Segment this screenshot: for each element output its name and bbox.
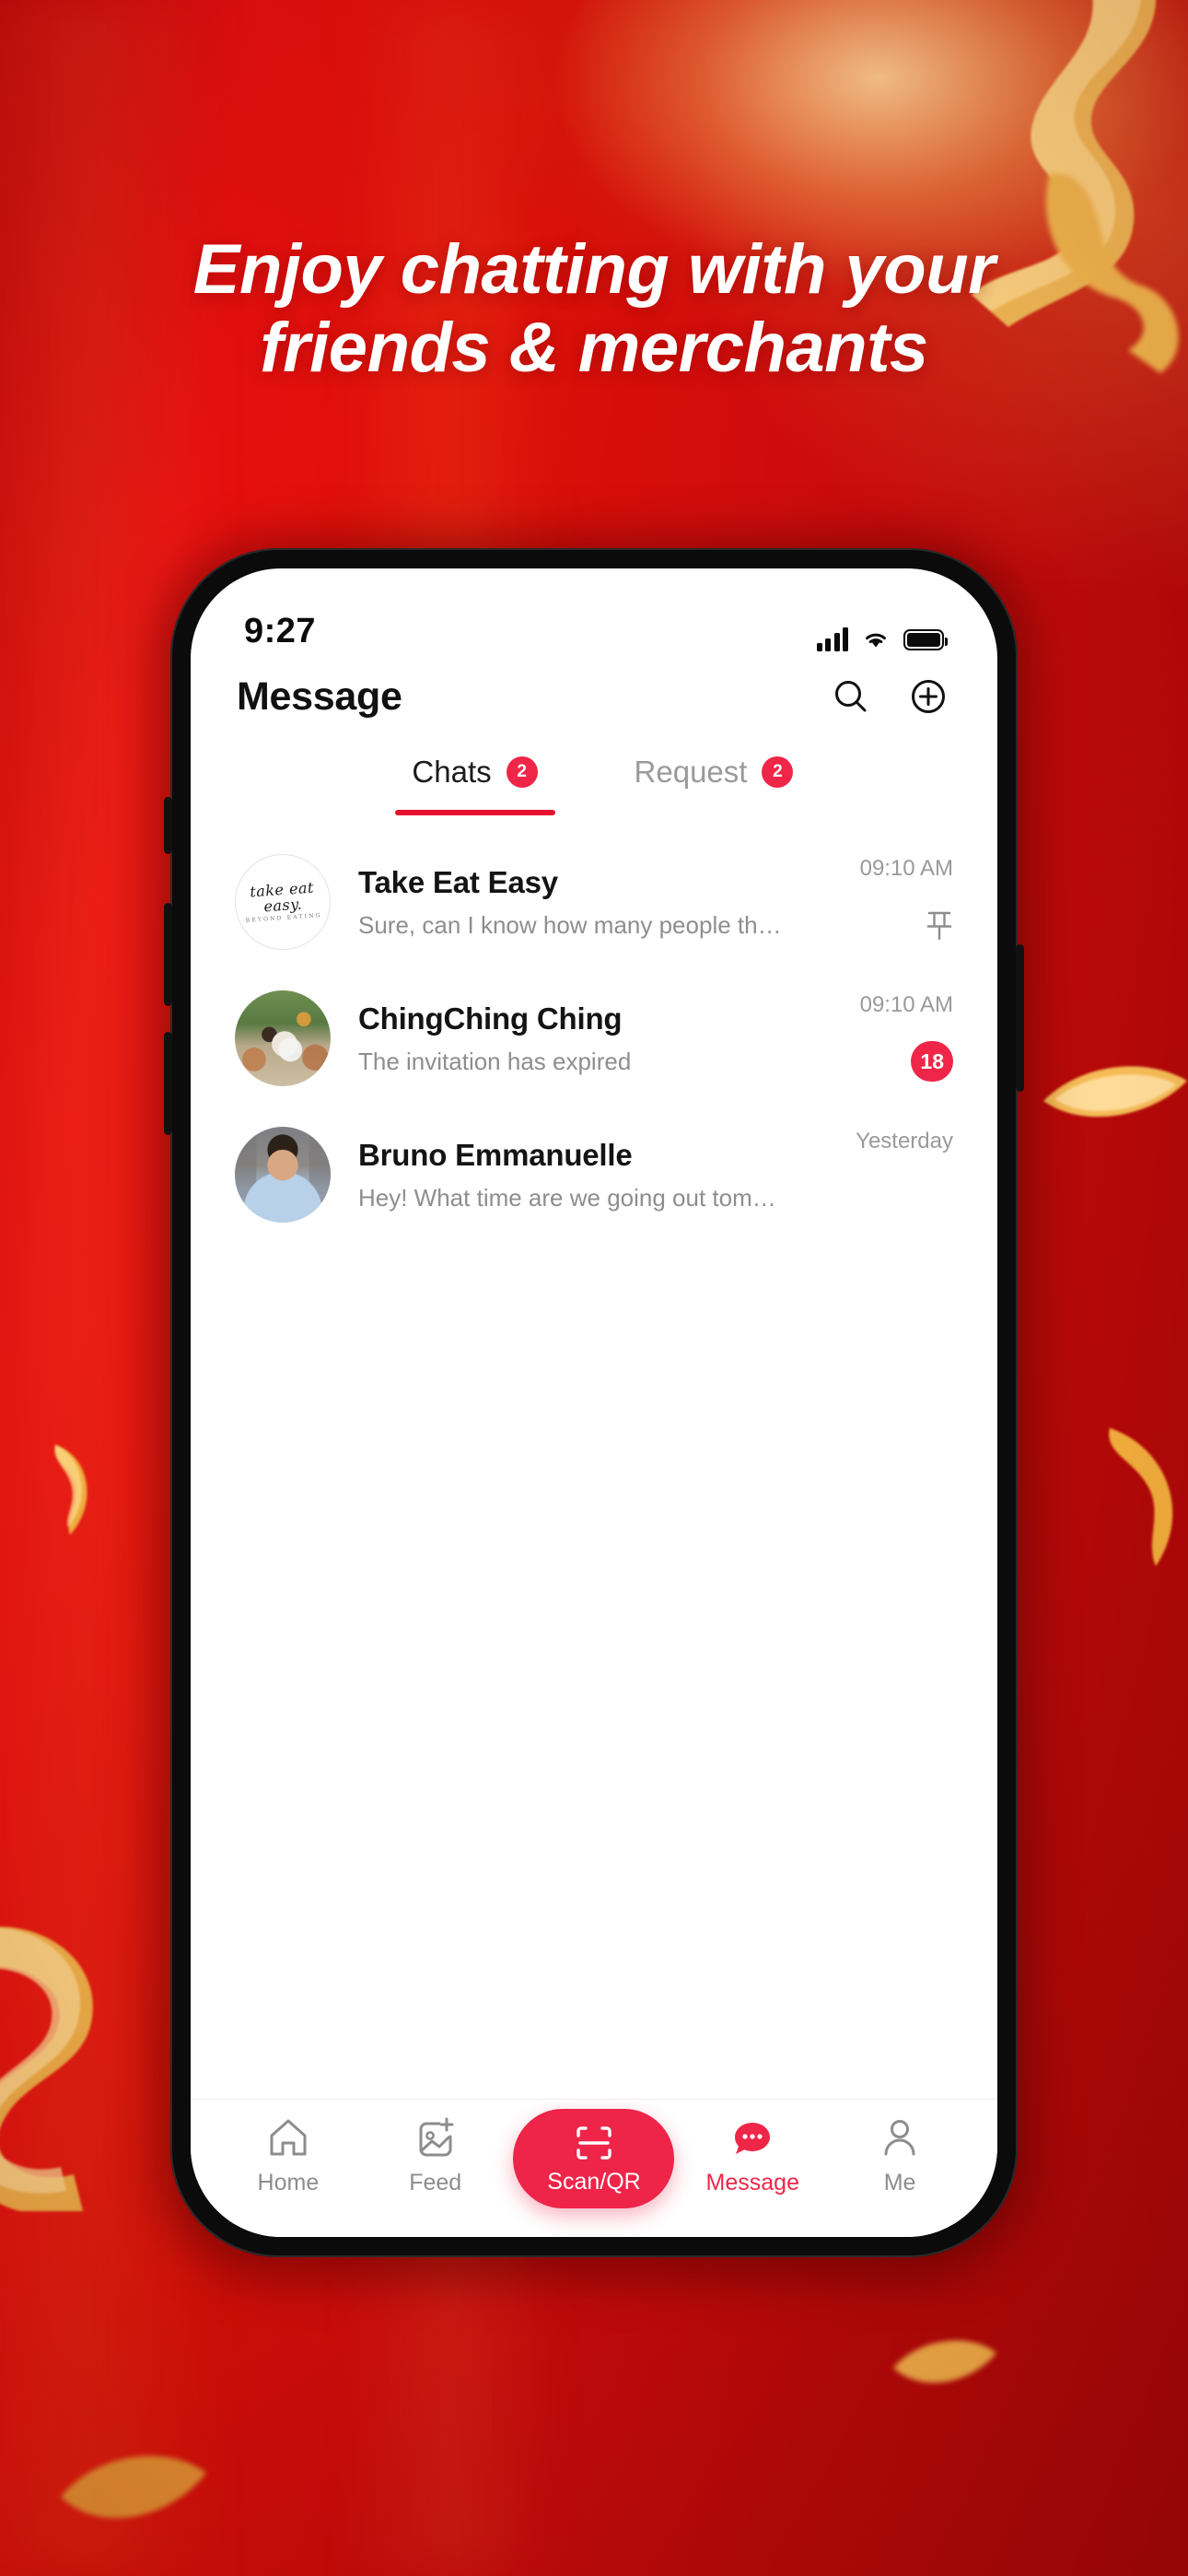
tab-request-label: Request <box>634 755 748 789</box>
avatar: take eat easy. BEYOND EATING <box>235 854 331 950</box>
chat-main: ChingChing Ching The invitation has expi… <box>358 1001 787 1076</box>
plus-circle-icon <box>912 680 945 713</box>
chat-time: 09:10 AM <box>859 856 953 881</box>
chat-preview: Sure, can I know how many people there a… <box>358 910 787 939</box>
tab-request-badge: 2 <box>762 756 794 788</box>
pin-icon <box>926 911 952 941</box>
feed-add-icon <box>419 2117 454 2157</box>
nav-item-message[interactable]: Message <box>683 2114 821 2196</box>
header-actions <box>828 673 951 720</box>
tab-request-row: Request 2 <box>635 755 794 790</box>
tab-chats-row: Chats 2 <box>412 755 538 790</box>
table-row[interactable]: ChingChing Ching The invitation has expi… <box>191 970 997 1107</box>
nav-label-scan-qr: Scan/QR <box>547 2168 641 2195</box>
chat-time: Yesterday <box>856 1129 953 1153</box>
nav-item-me[interactable]: Me <box>831 2114 969 2196</box>
bottom-navigation: Home Feed Scan/QR Message Me <box>191 2099 997 2237</box>
app-header: Message <box>191 657 997 727</box>
tab-chats-label: Chats <box>412 755 492 789</box>
search-icon <box>835 681 867 712</box>
phone-power-button[interactable] <box>1016 944 1024 1092</box>
tab-chats[interactable]: Chats 2 <box>394 755 555 815</box>
chat-meta: 09:10 AM <box>815 854 953 950</box>
headline-line-1: Enjoy chatting with your <box>192 230 996 309</box>
phone-screen: 9:27 Message Chats 2 Request 2 take eat … <box>191 568 997 2237</box>
phone-mockup: 9:27 Message Chats 2 Request 2 take eat … <box>157 539 1031 2279</box>
avatar-logo-text: take eat easy. <box>249 878 315 916</box>
chat-mark: 18 <box>911 1040 953 1083</box>
status-bar: 9:27 <box>191 568 997 657</box>
chat-main: Bruno Emmanuelle Hey! What time are we g… <box>358 1138 787 1212</box>
avatar-logo-mark: take eat easy. BEYOND EATING <box>236 878 330 925</box>
phone-volume-down-button[interactable] <box>164 1032 172 1135</box>
headline-line-2: friends & merchants <box>260 309 928 388</box>
person-icon <box>884 2120 915 2156</box>
page-headline: Enjoy chatting with your friends & merch… <box>0 230 1188 387</box>
chat-main: Take Eat Easy Sure, can I know how many … <box>358 865 787 940</box>
search-button[interactable] <box>828 673 874 720</box>
chat-preview: The invitation has expired <box>358 1047 632 1075</box>
home-icon <box>270 2119 307 2156</box>
avatar <box>235 990 331 1086</box>
nav-label-feed: Feed <box>409 2170 462 2195</box>
chat-preview: Hey! What time are we going out tomorrow… <box>358 1183 787 1212</box>
nav-item-home[interactable]: Home <box>219 2114 357 2196</box>
chat-name: ChingChing Ching <box>358 1001 623 1036</box>
wifi-icon <box>866 633 886 648</box>
scan-qr-icon <box>577 2125 611 2160</box>
table-row[interactable]: Bruno Emmanuelle Hey! What time are we g… <box>191 1107 997 1243</box>
message-tabs: Chats 2 Request 2 <box>191 727 997 815</box>
chat-meta: Yesterday <box>815 1127 953 1223</box>
chat-meta: 09:10 AM 18 <box>815 990 953 1086</box>
status-bar-time: 9:27 <box>244 612 317 650</box>
message-dots-icon <box>735 2123 771 2154</box>
chat-time: 09:10 AM <box>859 992 953 1017</box>
phone-volume-up-button[interactable] <box>164 903 172 1006</box>
nav-item-scan-qr[interactable]: Scan/QR <box>513 2109 675 2208</box>
tab-chats-badge: 2 <box>506 756 538 788</box>
cellular-signal-icon <box>816 627 848 651</box>
nav-label-me: Me <box>883 2170 916 2195</box>
nav-label-message: Message <box>705 2170 799 2195</box>
avatar-logo-subtext: BEYOND EATING <box>245 911 322 924</box>
battery-full-icon <box>903 628 948 650</box>
chat-name: Bruno Emmanuelle <box>358 1137 633 1172</box>
chat-name: Take Eat Easy <box>358 864 558 899</box>
phone-mute-button[interactable] <box>164 797 172 854</box>
add-chat-button[interactable] <box>905 673 951 720</box>
page-title: Message <box>237 673 402 719</box>
tab-request[interactable]: Request 2 <box>635 755 794 790</box>
avatar <box>235 1127 331 1223</box>
chat-mark <box>926 904 953 946</box>
status-badge: 18 <box>911 1041 953 1082</box>
chat-list[interactable]: take eat easy. BEYOND EATING Take Eat Ea… <box>191 815 997 2099</box>
table-row[interactable]: take eat easy. BEYOND EATING Take Eat Ea… <box>191 834 997 970</box>
nav-label-home: Home <box>257 2170 320 2195</box>
nav-item-feed[interactable]: Feed <box>367 2114 505 2196</box>
status-bar-icons <box>816 627 948 651</box>
